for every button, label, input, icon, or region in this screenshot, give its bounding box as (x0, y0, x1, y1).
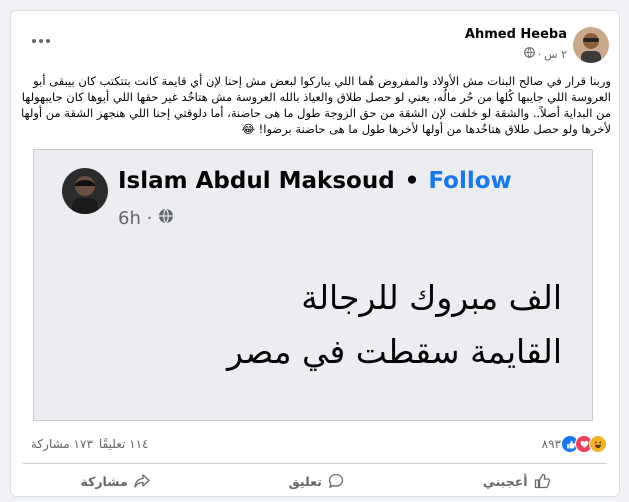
like-label: أعجبني (482, 473, 528, 489)
haha-reaction-icon (589, 435, 607, 453)
like-icon (534, 473, 550, 489)
post-time[interactable]: ٢ س (544, 48, 567, 61)
shared-author-avatar (62, 168, 108, 214)
meta-separator: · (537, 47, 542, 61)
author-avatar[interactable] (573, 27, 609, 63)
comments-count[interactable]: ١١٤ تعليقًا (99, 437, 149, 451)
shared-time-label: 6h · (118, 208, 153, 229)
shared-author-name: Islam Abdul Maksoud (118, 168, 395, 194)
shared-image[interactable]: Islam Abdul Maksoud • Follow 6h · الف مبرو… (33, 149, 593, 421)
shared-text-line-1: الف مبروك للرجالة (301, 278, 562, 317)
like-button[interactable]: أعجبني (467, 469, 566, 493)
shared-dot: • (404, 168, 420, 194)
shared-text-line-2: القايمة سقطت في مصر (227, 332, 562, 371)
post-actions: أعجبني تعليق مشاركة (11, 466, 619, 496)
divider (23, 463, 607, 464)
post-header: Ahmed Heeba ٢ س · (11, 11, 619, 71)
shared-follow-label: Follow (428, 168, 512, 194)
more-icon[interactable] (29, 35, 53, 47)
reactions-summary[interactable]: ٨٩٣ (542, 435, 607, 453)
shared-header: Islam Abdul Maksoud • Follow (118, 168, 512, 194)
post-card: Ahmed Heeba ٢ س · وربنا قرار في صالح الب… (10, 10, 620, 497)
post-meta: ٢ س · (523, 47, 567, 61)
engagement-counts: ١١٤ تعليقًا ١٧٣ مشاركة (31, 437, 149, 451)
share-icon (134, 473, 150, 489)
comment-icon (328, 473, 344, 489)
author-name[interactable]: Ahmed Heeba (465, 27, 567, 42)
comment-label: تعليق (288, 473, 322, 489)
globe-icon (523, 47, 535, 61)
post-text: وربنا قرار في صالح البنات مش الأولاد وال… (21, 74, 611, 136)
reaction-icons (561, 435, 607, 453)
post-stats: ٨٩٣ ١١٤ تعليقًا ١٧٣ مشاركة (11, 431, 619, 457)
share-label: مشاركة (80, 473, 128, 489)
comment-button[interactable]: تعليق (273, 469, 360, 493)
reaction-count: ٨٩٣ (541, 437, 561, 451)
share-button[interactable]: مشاركة (65, 469, 166, 493)
shares-count[interactable]: ١٧٣ مشاركة (31, 437, 93, 451)
shared-time: 6h · (118, 208, 174, 229)
shared-globe-icon (158, 208, 174, 229)
